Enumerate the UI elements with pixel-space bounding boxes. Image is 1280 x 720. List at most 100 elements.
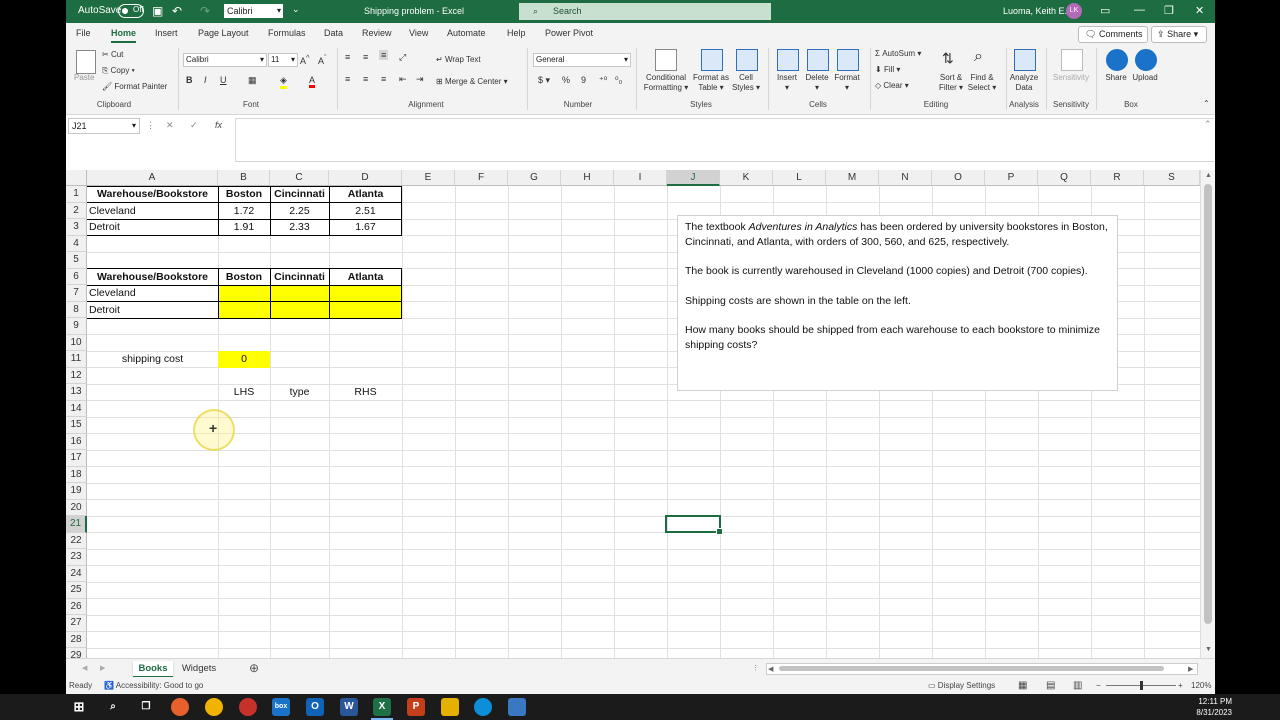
word-icon[interactable]: W (340, 698, 358, 716)
increase-indent-icon[interactable]: ⇥ (416, 74, 424, 85)
clear-button[interactable]: ◇ Clear ▾ (875, 81, 909, 90)
tab-help[interactable]: Help (507, 28, 526, 38)
file-explorer-icon[interactable] (441, 698, 459, 716)
percent-button[interactable]: % (562, 75, 570, 85)
cell-A6[interactable]: Warehouse/Bookstore (87, 269, 218, 285)
fill-button[interactable]: ⬇ Fill ▾ (875, 65, 900, 74)
font-name-select[interactable]: Calibri ▾ (183, 53, 267, 67)
expand-formula-icon[interactable]: ⌃ (1204, 119, 1212, 130)
insert-cells-icon[interactable] (777, 49, 799, 71)
column-header[interactable]: E (402, 170, 455, 186)
column-header[interactable]: F (455, 170, 508, 186)
row-header[interactable]: 26 (66, 598, 87, 615)
excel-icon[interactable]: X (373, 698, 391, 716)
normal-view-icon[interactable]: ▦ (1018, 677, 1027, 694)
decrease-font-icon[interactable]: Aˇ (318, 53, 327, 66)
customize-qat-icon[interactable]: ⌄ (292, 4, 300, 15)
align-top-icon[interactable]: ≡ (345, 52, 350, 62)
row-header[interactable]: 9 (66, 318, 87, 335)
sensitivity-button[interactable]: Sensitivity (1050, 73, 1092, 83)
zoom-level[interactable]: 120% (1191, 677, 1211, 694)
tab-view[interactable]: View (409, 28, 428, 38)
analyze-data-button[interactable]: Analyze Data (1006, 73, 1042, 93)
column-header[interactable]: H (561, 170, 614, 186)
cell-D13[interactable]: RHS (329, 384, 402, 400)
tab-insert[interactable]: Insert (155, 28, 178, 38)
merge-center-button[interactable]: ⊞ Merge & Center ▾ (436, 77, 508, 86)
cell-styles-button[interactable]: Cell Styles ▾ (730, 73, 762, 93)
column-header[interactable]: O (932, 170, 985, 186)
increase-font-icon[interactable]: A^ (300, 53, 310, 66)
cell-A1[interactable]: Warehouse/Bookstore (87, 186, 218, 203)
row-header[interactable]: 8 (66, 301, 87, 318)
windows-start-icon[interactable]: ⊞ (70, 698, 88, 716)
row-header[interactable]: 18 (66, 466, 87, 483)
horizontal-scrollbar[interactable]: ◀ ▶ (766, 663, 1198, 675)
zoom-in-icon[interactable]: + (1178, 677, 1183, 694)
conditional-formatting-icon[interactable] (655, 49, 677, 71)
row-header[interactable]: 22 (66, 532, 87, 549)
column-header[interactable]: G (508, 170, 561, 186)
cell-C13[interactable]: type (270, 384, 329, 400)
column-header[interactable]: N (879, 170, 932, 186)
row-header[interactable]: 20 (66, 499, 87, 516)
next-sheet-icon[interactable]: ▶ (100, 664, 105, 672)
format-as-table-button[interactable]: Format as Table ▾ (690, 73, 732, 93)
cell-A3[interactable]: Detroit (89, 219, 120, 235)
page-break-view-icon[interactable]: ▥ (1073, 677, 1082, 694)
row-header[interactable]: 5 (66, 252, 87, 269)
row-header[interactable]: 2 (66, 202, 87, 219)
cell-A11[interactable]: shipping cost (87, 351, 218, 367)
row-header[interactable]: 14 (66, 400, 87, 417)
italic-button[interactable]: I (204, 75, 207, 85)
row-header[interactable]: 4 (66, 235, 87, 252)
cell-A8[interactable]: Detroit (89, 302, 120, 318)
font-size-select[interactable]: 11 ▾ (268, 53, 298, 67)
display-settings-button[interactable]: ▭ Display Settings (928, 677, 995, 694)
cell-D3[interactable]: 1.67 (329, 219, 402, 235)
number-format-select[interactable]: General ▾ (533, 53, 631, 67)
vertical-scrollbar[interactable]: ▲ ▼ (1200, 170, 1215, 658)
decrease-decimal-icon[interactable]: ⁰₀ (615, 75, 622, 86)
task-view-icon[interactable]: ❐ (137, 698, 155, 716)
avatar[interactable]: LK (1066, 3, 1082, 19)
row-header[interactable]: 11 (66, 351, 87, 368)
row-header[interactable]: 17 (66, 450, 87, 467)
active-cell-J21[interactable] (665, 515, 723, 535)
row-header-selected[interactable]: 21 (66, 516, 87, 533)
box-app-icon[interactable]: box (272, 698, 290, 716)
enter-icon[interactable]: ✓ (190, 120, 198, 131)
paste-button[interactable]: Paste (74, 73, 94, 83)
column-header[interactable]: D (329, 170, 402, 186)
cut-button[interactable]: ✂ Cut (102, 50, 123, 59)
cell-styles-icon[interactable] (736, 49, 758, 71)
tab-formulas[interactable]: Formulas (268, 28, 306, 38)
insert-cells-button[interactable]: Insert ▾ (771, 73, 803, 93)
add-sheet-icon[interactable]: ⊕ (246, 661, 262, 676)
row-header[interactable]: 25 (66, 582, 87, 599)
prev-sheet-icon[interactable]: ◀ (82, 664, 87, 672)
column-header[interactable]: I (614, 170, 667, 186)
box-upload-button[interactable]: Upload (1128, 73, 1162, 83)
minimize-icon[interactable]: — (1134, 4, 1145, 16)
delete-cells-icon[interactable] (807, 49, 829, 71)
bold-button[interactable]: B (186, 75, 193, 85)
column-header[interactable]: A (87, 170, 218, 186)
tab-file[interactable]: File (76, 28, 91, 38)
row-header[interactable]: 19 (66, 483, 87, 500)
cell-D1[interactable]: Atlanta (329, 186, 402, 203)
sort-filter-button[interactable]: Sort & Filter ▾ (934, 73, 968, 93)
autosum-button[interactable]: Σ AutoSum ▾ (875, 49, 921, 58)
outlook-icon[interactable]: O (306, 698, 324, 716)
align-middle-icon[interactable]: ≡ (363, 52, 368, 62)
conditional-formatting-button[interactable]: Conditional Formatting ▾ (641, 73, 691, 93)
cell-A2[interactable]: Cleveland (89, 203, 136, 220)
select-all-corner[interactable] (66, 170, 87, 186)
row-header[interactable]: 6 (66, 268, 87, 285)
save-icon[interactable]: ▣ (152, 4, 163, 18)
copy-button[interactable]: ⎘ Copy ▾ (102, 66, 135, 76)
cell-B11[interactable]: 0 (218, 351, 270, 367)
ribbon-display-icon[interactable]: ▭ (1100, 4, 1110, 17)
sensitivity-icon[interactable] (1061, 49, 1083, 71)
cell-C3[interactable]: 2.33 (270, 219, 329, 235)
